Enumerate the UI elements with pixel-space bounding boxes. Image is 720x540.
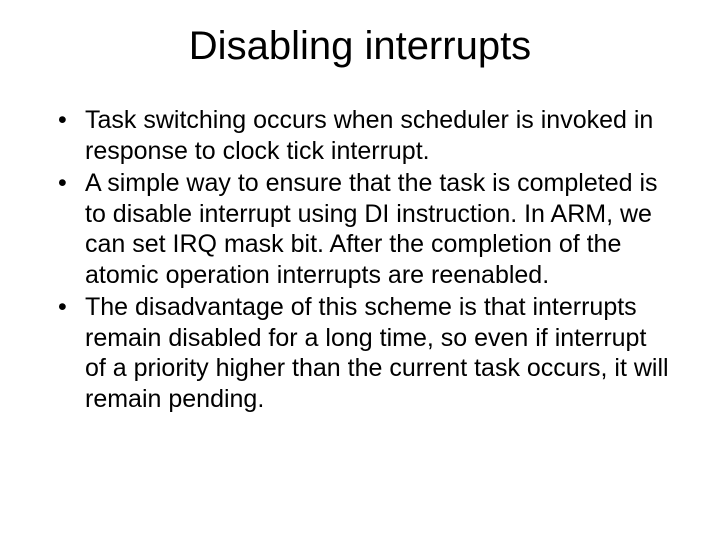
slide: Disabling interrupts Task switching occu… [0,0,720,540]
bullet-item: Task switching occurs when scheduler is … [50,105,670,166]
slide-title: Disabling interrupts [50,24,670,69]
bullet-item: A simple way to ensure that the task is … [50,168,670,290]
bullet-item: The disadvantage of this scheme is that … [50,292,670,414]
bullet-list: Task switching occurs when scheduler is … [50,105,670,414]
